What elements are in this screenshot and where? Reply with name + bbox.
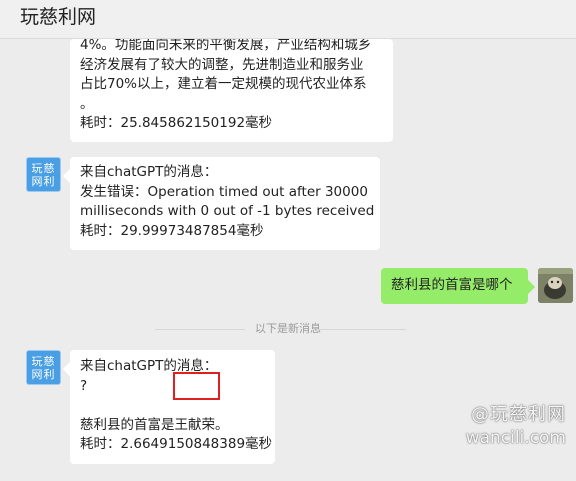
message-line: 。 bbox=[80, 95, 94, 112]
avatar-text-top: 玩慈 bbox=[31, 354, 56, 368]
bot-message-bubble: 来自chatGPT的消息： ? 慈利县的首富是王献荣。 耗时：2.6649150… bbox=[70, 350, 275, 464]
message-sender: 来自chatGPT的消息： bbox=[80, 164, 218, 180]
bot-avatar-icon[interactable]: 玩慈 网利 bbox=[26, 157, 61, 192]
elapsed-time: 耗时：2.6649150848389毫秒 bbox=[80, 436, 273, 452]
bot-message-bubble: 来自chatGPT的消息： 发生错误：Operation timed out a… bbox=[70, 157, 380, 250]
user-message-bubble: 慈利县的首富是哪个 bbox=[381, 268, 528, 304]
watermark-line2: wancili.com bbox=[465, 428, 566, 448]
bot-message-bubble: 4%。功能面向未来的平衡发展，产业结构和城乡 经济发展有了较大的调整，先进制造业… bbox=[70, 39, 393, 142]
watermark: @玩慈利网 wancili.com bbox=[466, 403, 566, 449]
title-bar: 玩慈利网 bbox=[0, 0, 576, 39]
message-answer: 慈利县的首富是王献荣。 bbox=[80, 416, 229, 433]
elapsed-time: 耗时：25.845862150192毫秒 bbox=[80, 115, 273, 131]
user-avatar-icon[interactable] bbox=[538, 268, 573, 303]
highlight-box bbox=[173, 372, 220, 400]
message-line: 占比70%以上，建立着一定规模的现代农业体系 bbox=[80, 76, 367, 92]
divider-label: 以下是新消息 bbox=[255, 322, 321, 335]
message-line: milliseconds with 0 out of -1 bytes rece… bbox=[80, 203, 375, 219]
avatar-text-bottom: 网利 bbox=[31, 367, 56, 381]
user-photo bbox=[538, 268, 573, 303]
bot-avatar-icon[interactable]: 玩慈 网利 bbox=[26, 350, 61, 385]
message-line: 经济发展有了较大的调整，先进制造业和服务业 bbox=[80, 56, 364, 73]
avatar-text-bottom: 网利 bbox=[31, 174, 56, 188]
message-line: 发生错误：Operation timed out after 30000 bbox=[80, 183, 368, 200]
avatar-text-top: 玩慈 bbox=[31, 161, 56, 175]
elapsed-time: 耗时：29.99973487854毫秒 bbox=[80, 222, 264, 239]
window-title: 玩慈利网 bbox=[20, 6, 97, 28]
watermark-line1: @玩慈利网 bbox=[471, 404, 566, 425]
new-messages-divider: 以下是新消息 bbox=[0, 322, 576, 336]
message-text: 慈利县的首富是哪个 bbox=[391, 277, 513, 293]
